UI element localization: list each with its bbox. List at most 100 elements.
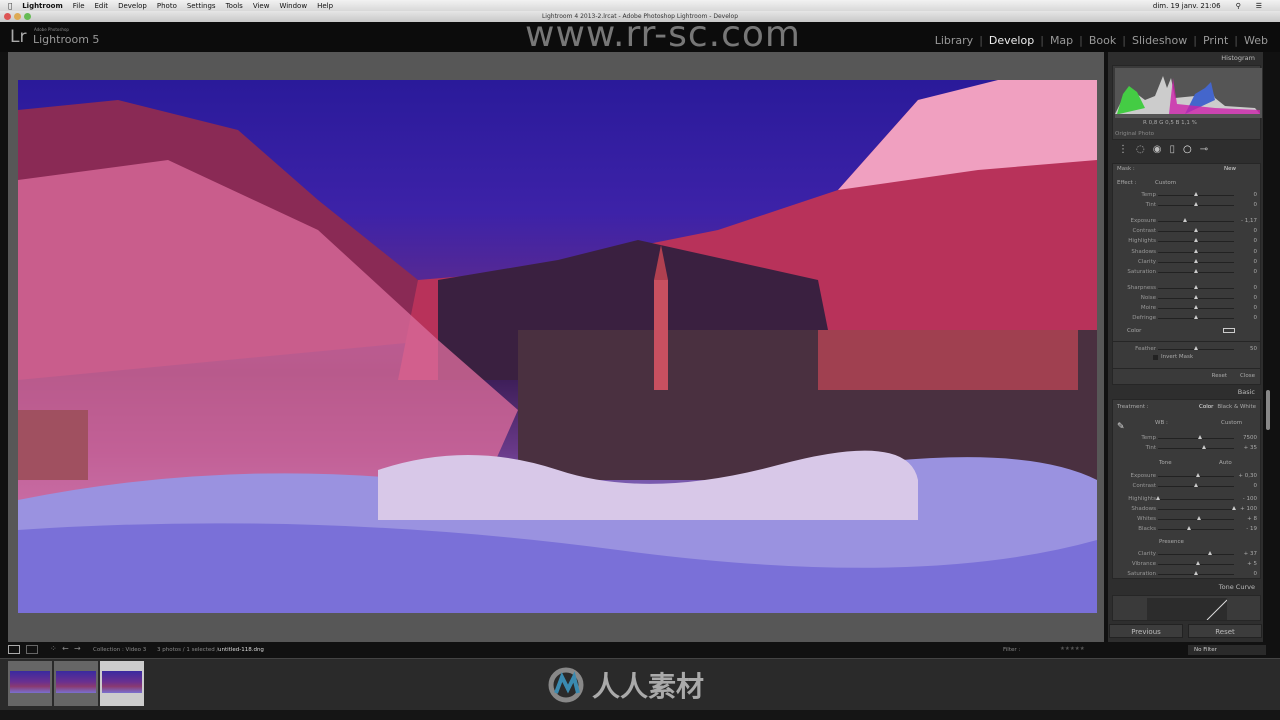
slider-value[interactable]: 7500 [1243,435,1257,441]
slider-temp[interactable]: Temp 7500 [1113,433,1262,443]
selected-filename[interactable]: untitled-118.dng [218,647,264,653]
slider-thumb[interactable] [1194,238,1198,242]
slider-track[interactable] [1158,509,1234,510]
reset-button[interactable]: Reset [1188,624,1262,638]
mask-close-button[interactable]: Close [1240,373,1255,379]
module-slideshow[interactable]: Slideshow [1126,34,1193,47]
slider-value[interactable]: 0 [1254,295,1258,301]
slider-value[interactable]: 0 [1254,249,1258,255]
clock[interactable]: dim. 19 janv. 21:06 [1153,2,1221,10]
slider-thumb[interactable] [1207,551,1212,555]
filmstrip-thumbnail[interactable] [100,661,144,706]
slider-value[interactable]: - 1,17 [1241,218,1257,224]
tone-curve-header[interactable]: Tone Curve [1112,583,1261,593]
slider-value[interactable]: + 37 [1244,551,1257,557]
list-icon[interactable]: ☰ [1256,2,1262,10]
red-eye-icon[interactable]: ◉ [1153,144,1162,160]
zoom-window-button[interactable] [24,13,31,20]
filter-dropdown[interactable]: No Filter [1188,645,1266,655]
previous-button[interactable]: Previous [1109,624,1183,638]
menu-settings[interactable]: Settings [187,2,216,10]
filmstrip-thumbnail[interactable] [8,661,52,706]
radial-filter-icon[interactable]: ○ [1183,144,1192,160]
menu-view[interactable]: View [253,2,270,10]
effect-dropdown[interactable]: Custom [1155,180,1176,186]
menu-file[interactable]: File [73,2,85,10]
slider-thumb[interactable] [1194,315,1198,319]
slider-track[interactable] [1158,519,1234,520]
slider-exposure[interactable]: Exposure + 0,30 [1113,471,1262,481]
slider-exposure[interactable]: Exposure - 1,17 [1113,216,1262,226]
slider-thumb[interactable] [1187,526,1192,530]
slider-tint[interactable]: Tint 0 [1113,200,1262,210]
slider-temp[interactable]: Temp 0 [1113,190,1262,200]
slider-track[interactable] [1158,448,1234,449]
mask-reset-button[interactable]: Reset [1212,373,1227,379]
forward-arrow-icon[interactable]: → [74,644,81,653]
slider-value[interactable]: + 5 [1247,561,1257,567]
slider-defringe[interactable]: Defringe 0 [1113,313,1262,323]
slider-contrast[interactable]: Contrast 0 [1113,481,1262,491]
slider-value[interactable]: - 100 [1243,496,1257,502]
slider-moire[interactable]: Moire 0 [1113,303,1262,313]
histogram-header[interactable]: Histogram [1112,54,1261,64]
slider-thumb[interactable] [1194,295,1198,299]
grid-icon[interactable]: ⁘ [50,644,57,653]
slider-value[interactable]: 0 [1254,259,1258,265]
slider-blacks[interactable]: Blacks - 19 [1113,524,1262,534]
slider-thumb[interactable] [1232,506,1236,510]
image-canvas[interactable] [8,52,1104,642]
slider-value[interactable]: 0 [1254,238,1258,244]
graduated-filter-icon[interactable]: ▯ [1169,144,1175,160]
wb-dropdown[interactable]: Custom [1221,420,1242,426]
eyedropper-icon[interactable]: ✎ [1117,422,1125,432]
slider-thumb[interactable] [1196,473,1201,477]
collection-label[interactable]: Collection : Video 3 [93,647,146,653]
module-develop[interactable]: Develop [983,34,1040,47]
slider-clarity[interactable]: Clarity + 37 [1113,549,1262,559]
module-print[interactable]: Print [1197,34,1234,47]
module-map[interactable]: Map [1044,34,1079,47]
slider-shadows[interactable]: Shadows + 100 [1113,504,1262,514]
slider-thumb[interactable] [1156,496,1160,500]
module-library[interactable]: Library [929,34,979,47]
color-swatch[interactable] [1223,328,1235,333]
apple-icon[interactable]:  [8,2,12,10]
slider-value[interactable]: 0 [1254,483,1258,489]
slider-thumb[interactable] [1194,285,1198,289]
slider-contrast[interactable]: Contrast 0 [1113,226,1262,236]
slider-noise[interactable]: Noise 0 [1113,293,1262,303]
slider-thumb[interactable] [1194,483,1198,487]
menu-photo[interactable]: Photo [157,2,177,10]
slider-thumb[interactable] [1194,269,1198,273]
slider-thumb[interactable] [1182,218,1187,222]
slider-saturation[interactable]: Saturation 0 [1113,569,1262,579]
right-panel-scrollbar[interactable] [1266,390,1270,430]
minimize-window-button[interactable] [14,13,21,20]
menu-edit[interactable]: Edit [95,2,109,10]
slider-thumb[interactable] [1194,346,1198,350]
tone-curve-graph[interactable] [1147,598,1227,620]
slider-highlights[interactable]: Highlights - 100 [1113,494,1262,504]
menu-app[interactable]: Lightroom [22,2,63,10]
slider-vibrance[interactable]: Vibrance + 5 [1113,559,1262,569]
mask-new-button[interactable]: New [1224,166,1236,172]
slider-saturation[interactable]: Saturation 0 [1113,267,1262,277]
original-photo-toggle[interactable]: Original Photo [1115,131,1154,137]
slider-thumb[interactable] [1194,249,1198,253]
slider-thumb[interactable] [1197,435,1202,439]
invert-mask-checkbox[interactable] [1153,355,1158,360]
module-web[interactable]: Web [1238,34,1274,47]
slider-track[interactable] [1158,499,1234,500]
adjustment-brush-icon[interactable]: ⊸ [1200,144,1208,160]
slider-thumb[interactable] [1194,305,1198,309]
slider-value[interactable]: 0 [1254,192,1258,198]
slider-track[interactable] [1158,221,1234,222]
slider-feather[interactable]: Feather 50 [1113,344,1262,354]
slider-value[interactable]: 0 [1254,305,1258,311]
slider-value[interactable]: - 19 [1246,526,1257,532]
slider-value[interactable]: + 8 [1247,516,1257,522]
slider-whites[interactable]: Whites + 8 [1113,514,1262,524]
slider-thumb[interactable] [1194,192,1198,196]
slider-thumb[interactable] [1194,202,1198,206]
